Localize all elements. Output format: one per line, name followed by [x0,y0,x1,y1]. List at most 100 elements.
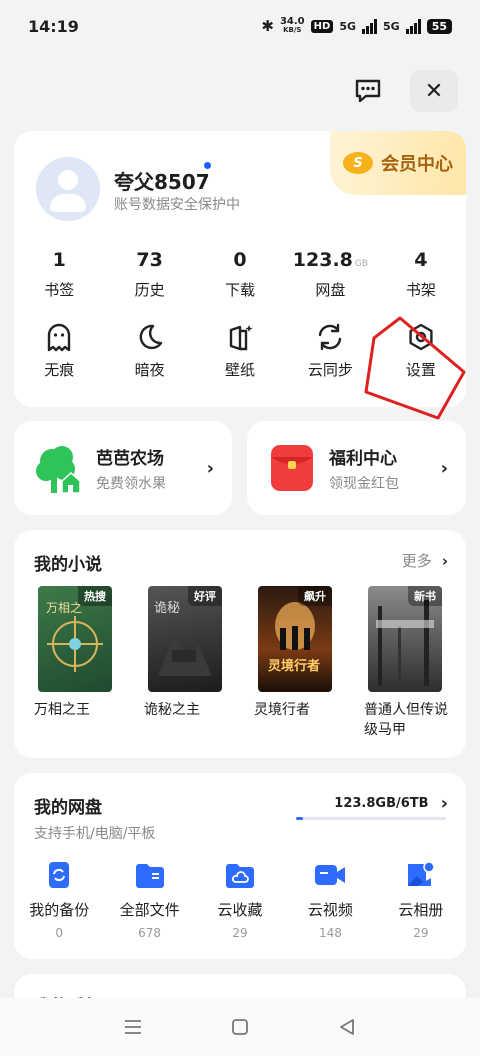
disk-usage: 123.8GB/6TB [334,796,429,811]
disk-usage-fill [296,817,303,820]
book-title: 诡秘之主 [144,702,200,718]
book-tag: 飙升 [298,586,332,606]
disk-item-label: 云相册 [398,901,444,919]
close-icon: ✕ [424,78,444,104]
vip-center-button[interactable]: S 会员中心 [330,131,466,195]
tool-label: 暗夜 [134,361,165,379]
stat-cloud-disk[interactable]: 123.8 GB 网盘 [285,249,375,300]
book-title: 灵境行者 [254,702,310,718]
disk-title[interactable]: 我的网盘 [34,793,102,818]
svg-text:万相之: 万相之 [46,601,82,615]
close-button[interactable]: ✕ [410,70,458,112]
sync-icon [319,323,342,351]
vip-center-label: 会员中心 [381,154,453,175]
book-item[interactable]: 新书 普通人但传说级马甲 [364,586,454,740]
user-name[interactable]: 夸父8507 [114,166,210,195]
book-title: 万相之王 [34,702,90,718]
stat-value: 4 [414,249,428,271]
svg-text:灵境行者: 灵境行者 [268,658,320,674]
backup-icon [49,862,70,888]
welfare-title: 福利中心 [329,448,397,469]
status-icons: ✱ 34.0 KB/S HD 5G 5G 55 [261,17,452,35]
home-button[interactable] [220,1007,260,1047]
cloud-disk-card: 我的网盘 支持手机/电脑/平板 123.8GB/6TB › 我的备份 0 全部文… [14,773,466,959]
stat-unit: GB [354,259,369,269]
tool-wallpaper[interactable]: 壁纸 [195,321,285,380]
stat-downloads[interactable]: 0 下载 [195,249,285,300]
disk-item-favorites[interactable]: 云收藏 29 [195,859,285,940]
stat-bookmarks[interactable]: 1 书签 [14,249,104,300]
disk-item-backup[interactable]: 我的备份 0 [14,859,104,940]
disk-usage-bar [296,817,446,820]
welfare-card[interactable]: 福利中心 领现金红包 › [247,421,466,515]
disk-item-videos[interactable]: 云视频 148 [285,859,375,940]
top-actions: ✕ [344,70,458,112]
notification-dot [204,162,211,169]
farm-title: 芭芭农场 [96,448,164,469]
tool-incognito[interactable]: 无痕 [14,321,104,380]
tool-night-mode[interactable]: 暗夜 [104,321,194,380]
home-icon [232,1019,248,1035]
stat-bookshelf[interactable]: 4 书架 [376,249,466,300]
stat-label: 书架 [405,281,436,299]
moon-icon [139,324,162,350]
more-label: 更多 [401,552,432,570]
disk-item-label: 云收藏 [217,901,263,919]
disk-item-label: 我的备份 [29,901,90,919]
farm-card[interactable]: 芭芭农场 免费领水果 › [14,421,232,515]
net-speed: 34.0 KB/S [280,17,305,35]
menu-button[interactable] [113,1007,153,1047]
signal-1-icon [362,18,377,34]
back-button[interactable] [327,1007,367,1047]
net-speed-unit: KB/S [283,26,302,34]
system-nav-bar [0,998,480,1056]
signal-1-label: 5G [339,19,356,33]
book-item[interactable]: 万相之 热搜 万相之王 [34,586,124,740]
chevron-right-icon: › [440,457,448,479]
stat-value: 0 [233,249,247,271]
account-status: 账号数据安全保护中 [114,197,240,213]
wallpaper-icon [229,325,253,351]
stat-label: 下载 [225,281,256,299]
annotation-highlight [364,316,466,420]
signal-2-label: 5G [383,19,400,33]
stat-history[interactable]: 73 历史 [104,249,194,300]
novels-title: 我的小说 [34,555,102,575]
status-bar: 14:19 ✱ 34.0 KB/S HD 5G 5G 55 [0,0,480,52]
welfare-subtitle: 领现金红包 [329,475,399,492]
book-cover: 诡秘 好评 [148,586,222,692]
avatar[interactable] [36,157,100,221]
tool-label: 壁纸 [225,361,256,379]
book-cover: 新书 [368,586,442,692]
disk-item-count: 29 [413,926,429,940]
book-item[interactable]: 诡秘 好评 诡秘之主 [144,586,234,740]
stat-label: 书签 [44,281,75,299]
bluetooth-icon: ✱ [261,17,274,35]
disk-item-count: 678 [138,926,162,940]
novels-card: 我的小说 更多 › 万相之 热搜 万相之王 诡秘 好评 诡秘之主 灵境行者 飙升… [14,530,466,758]
book-item[interactable]: 灵境行者 飙升 灵境行者 [254,586,344,740]
net-speed-value: 34.0 [279,16,305,27]
book-title: 普通人但传说级马甲 [364,702,448,738]
folder-icon [135,864,164,888]
chevron-right-icon: › [441,551,448,570]
more-button[interactable]: 更多 › [402,550,448,571]
disk-item-all-files[interactable]: 全部文件 678 [104,859,194,940]
message-button[interactable] [344,70,392,112]
stat-label: 历史 [134,281,165,299]
cloud-folder-icon [226,864,255,888]
stat-value: 1 [52,249,66,271]
disk-item-label: 全部文件 [119,901,180,919]
book-tag: 好评 [188,586,222,606]
disk-subtitle: 支持手机/电脑/平板 [34,826,156,842]
disk-item-photos[interactable]: 云相册 29 [376,859,466,940]
stat-label: 网盘 [315,281,346,299]
disk-item-count: 148 [318,926,342,940]
book-tag: 热搜 [78,586,112,606]
photo-album-icon [407,861,435,886]
tree-icon [36,446,81,494]
stat-value: 73 [136,249,163,271]
farm-subtitle: 免费领水果 [96,475,166,492]
book-cover: 万相之 热搜 [38,586,112,692]
disk-usage-button[interactable]: 123.8GB/6TB › [334,793,448,814]
